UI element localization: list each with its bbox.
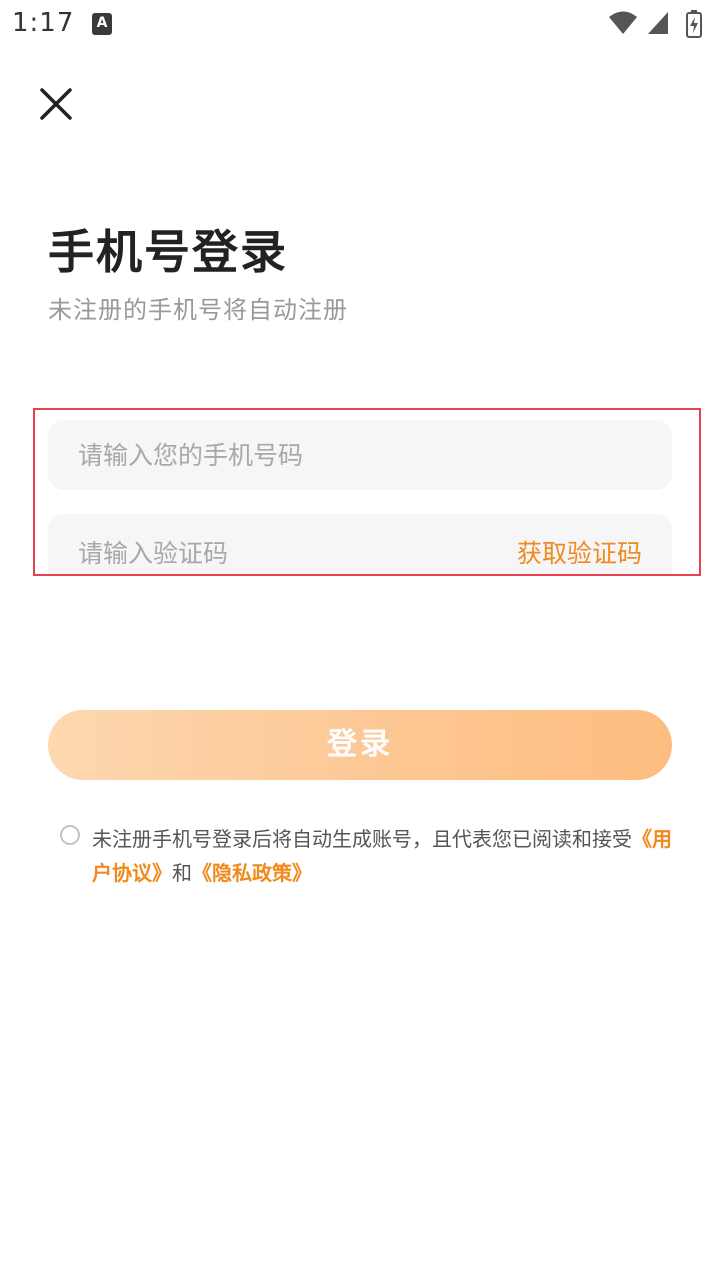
code-field: 获取验证码 xyxy=(48,514,672,576)
cell-signal-icon xyxy=(648,12,668,34)
close-icon xyxy=(40,88,72,120)
get-code-button[interactable]: 获取验证码 xyxy=(517,534,642,570)
code-input[interactable] xyxy=(78,518,478,576)
privacy-policy-link[interactable]: 《隐私政策》 xyxy=(192,861,312,885)
wifi-icon xyxy=(609,11,637,34)
page-subtitle: 未注册的手机号将自动注册 xyxy=(48,296,348,324)
login-screen: 1:17 A 手机号登录 未注册的手机号将自动注册 获取验证 xyxy=(0,0,720,1280)
agreement-text: 未注册手机号登录后将自动生成账号，且代表您已阅读和接受《用户协议》和《隐私政策》 xyxy=(92,822,672,890)
agreement-conjunction: 和 xyxy=(172,861,192,885)
login-button[interactable]: 登录 xyxy=(48,710,672,780)
close-button[interactable] xyxy=(36,84,76,124)
phone-field xyxy=(48,420,672,490)
battery-charging-icon xyxy=(686,10,702,38)
notification-icon: A xyxy=(92,13,112,35)
agreement-statement: 未注册手机号登录后将自动生成账号，且代表您已阅读和接受 xyxy=(92,827,632,851)
agreement-checkbox[interactable] xyxy=(60,825,80,845)
status-time: 1:17 xyxy=(12,8,75,38)
page-title: 手机号登录 xyxy=(48,225,288,279)
status-bar: 1:17 A xyxy=(0,0,720,48)
status-icons xyxy=(608,10,708,38)
phone-input[interactable] xyxy=(78,420,638,490)
